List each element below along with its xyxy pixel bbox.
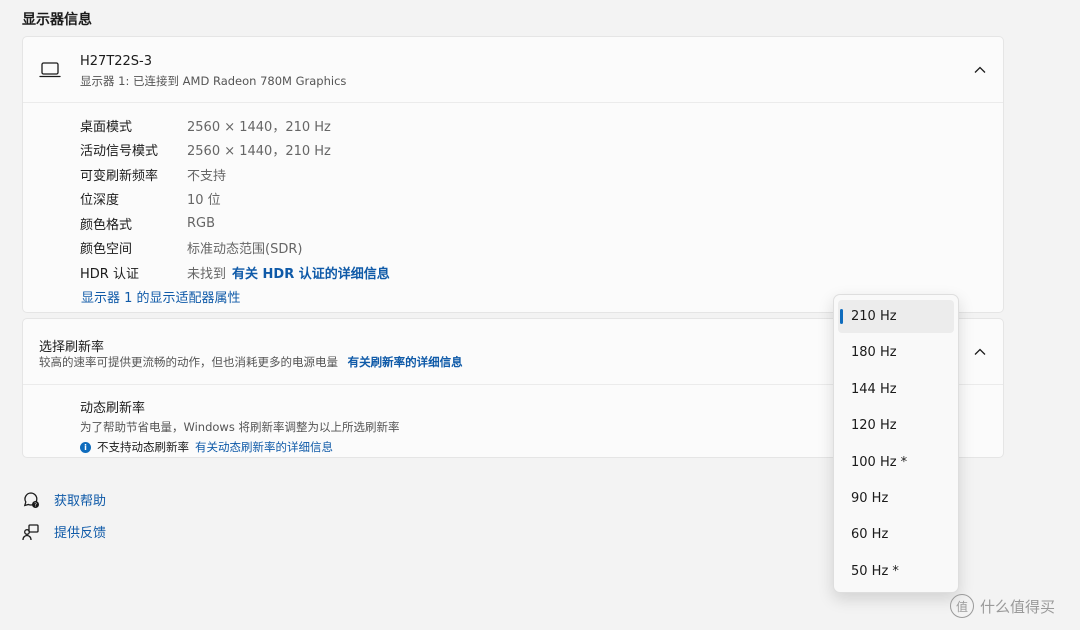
property-key: 可变刷新频率 bbox=[80, 168, 159, 184]
refresh-option-50[interactable]: 50 Hz * bbox=[838, 555, 954, 588]
dynamic-refresh-title: 动态刷新率 bbox=[80, 401, 146, 416]
display-properties: 桌面模式 2560 × 1440，210 Hz 活动信号模式 2560 × 14… bbox=[80, 113, 390, 285]
feedback-label: 提供反馈 bbox=[54, 526, 107, 541]
refresh-option-210[interactable]: 210 Hz bbox=[838, 300, 954, 333]
refresh-info-link[interactable]: 有关刷新率的详细信息 bbox=[348, 355, 463, 369]
watermark-text: 什么值得买 bbox=[980, 597, 1056, 616]
dynamic-refresh-section: 动态刷新率 为了帮助节省电量，Windows 将刷新率调整为以上所选刷新率 i … bbox=[80, 397, 400, 455]
feedback-link[interactable]: 提供反馈 bbox=[22, 522, 106, 541]
dynamic-refresh-link[interactable]: 有关动态刷新率的详细信息 bbox=[195, 439, 333, 455]
refresh-option-144[interactable]: 144 Hz bbox=[838, 373, 954, 406]
property-value: 不支持 bbox=[187, 168, 227, 184]
section-title: 显示器信息 bbox=[22, 12, 92, 28]
property-value: RGB bbox=[187, 215, 216, 231]
hdr-info-link[interactable]: 有关 HDR 认证的详细信息 bbox=[232, 263, 390, 282]
refresh-option-100[interactable]: 100 Hz * bbox=[838, 446, 954, 479]
property-value: 未找到 bbox=[187, 266, 227, 282]
refresh-subtitle: 较高的速率可提供更流畅的动作，但也消耗更多的电源电量 有关刷新率的详细信息 bbox=[39, 354, 463, 370]
property-key: 位深度 bbox=[80, 193, 120, 209]
display-info-card: H27T22S-3 显示器 1: 已连接到 AMD Radeon 780M Gr… bbox=[22, 36, 1004, 313]
property-row: HDR 认证 未找到 有关 HDR 认证的详细信息 bbox=[80, 260, 390, 285]
refresh-option-120[interactable]: 120 Hz bbox=[838, 409, 954, 442]
watermark-logo: 值 bbox=[950, 594, 974, 618]
refresh-rate-dropdown: 210 Hz 180 Hz 144 Hz 120 Hz 100 Hz * 90 … bbox=[833, 294, 959, 593]
property-key: HDR 认证 bbox=[80, 266, 139, 282]
property-value: 2560 × 1440，210 Hz bbox=[187, 119, 331, 135]
display-card-header[interactable]: H27T22S-3 显示器 1: 已连接到 AMD Radeon 780M Gr… bbox=[23, 37, 1003, 103]
dynamic-refresh-desc: 为了帮助节省电量，Windows 将刷新率调整为以上所选刷新率 bbox=[80, 420, 400, 434]
property-key: 桌面模式 bbox=[80, 119, 133, 135]
info-icon: i bbox=[80, 441, 91, 453]
property-row: 可变刷新频率 不支持 bbox=[80, 162, 390, 187]
display-subtitle: 显示器 1: 已连接到 AMD Radeon 780M Graphics bbox=[80, 74, 347, 88]
property-key: 颜色格式 bbox=[80, 217, 133, 233]
property-value: 2560 × 1440，210 Hz bbox=[187, 144, 331, 160]
property-row: 桌面模式 2560 × 1440，210 Hz bbox=[80, 113, 390, 138]
property-key: 颜色空间 bbox=[80, 242, 133, 258]
refresh-title: 选择刷新率 bbox=[39, 340, 105, 355]
help-chat-icon: ? bbox=[23, 491, 39, 508]
refresh-option-180[interactable]: 180 Hz bbox=[838, 336, 954, 369]
property-row: 颜色空间 标准动态范围(SDR) bbox=[80, 236, 390, 261]
adapter-properties-link[interactable]: 显示器 1 的显示适配器属性 bbox=[81, 287, 241, 306]
property-row: 位深度 10 位 bbox=[80, 187, 390, 212]
property-row: 活动信号模式 2560 × 1440，210 Hz bbox=[80, 138, 390, 163]
property-row: 颜色格式 RGB bbox=[80, 211, 390, 236]
get-help-label: 获取帮助 bbox=[54, 494, 107, 509]
property-value: 10 位 bbox=[187, 193, 221, 209]
dynamic-refresh-status: 不支持动态刷新率 bbox=[97, 440, 189, 454]
refresh-option-90[interactable]: 90 Hz bbox=[838, 482, 954, 515]
property-value: 标准动态范围(SDR) bbox=[187, 242, 303, 258]
get-help-link[interactable]: ? 获取帮助 bbox=[22, 490, 106, 509]
feedback-icon bbox=[22, 523, 39, 540]
chevron-up-icon[interactable] bbox=[973, 63, 987, 77]
refresh-option-60[interactable]: 60 Hz bbox=[838, 518, 954, 551]
laptop-icon bbox=[39, 62, 61, 78]
refresh-subtitle-text: 较高的速率可提供更流畅的动作，但也消耗更多的电源电量 bbox=[39, 355, 338, 369]
svg-text:?: ? bbox=[34, 502, 37, 508]
property-key: 活动信号模式 bbox=[80, 144, 159, 160]
watermark: 值 什么值得买 bbox=[950, 594, 1055, 618]
display-name: H27T22S-3 bbox=[80, 54, 153, 69]
chevron-up-icon[interactable] bbox=[973, 345, 987, 359]
dynamic-refresh-info: i 不支持动态刷新率 有关动态刷新率的详细信息 bbox=[80, 439, 400, 455]
